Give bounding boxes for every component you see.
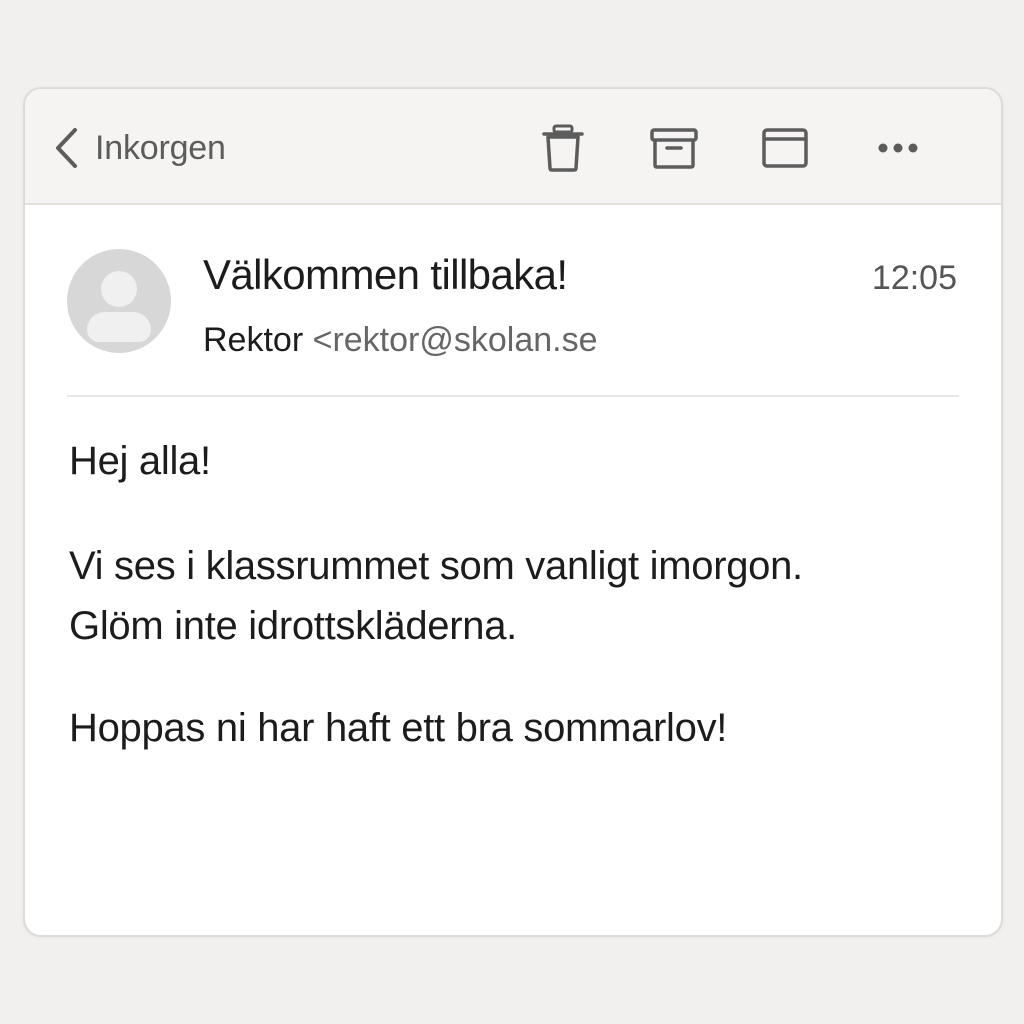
toolbar: Inkorgen [25,89,1001,205]
more-button[interactable] [873,123,923,173]
folder-window-icon [762,128,808,168]
body-line: Glöm inte idrottskläderna. [69,604,517,648]
body-paragraph: Hoppas ni har haft ett bra sommarlov! [69,698,969,758]
move-button[interactable] [760,123,810,173]
message-body: Hej alla! Vi ses i klassrummet som vanli… [69,439,969,800]
sender-email[interactable]: <rektor@skolan.se [313,321,598,359]
header-divider [67,395,959,397]
trash-icon [541,124,585,172]
body-paragraph: Vi ses i klassrummet som vanligt imorgon… [69,536,969,656]
archive-icon [650,127,698,169]
chevron-left-icon [53,126,79,170]
ellipsis-icon [877,142,919,154]
avatar [67,249,171,353]
message-time: 12:05 [871,259,957,297]
archive-button[interactable] [649,123,699,173]
back-button[interactable]: Inkorgen [53,125,226,171]
avatar-head [101,271,137,307]
body-line: Hoppas ni har haft ett bra sommarlov! [69,706,728,750]
sender-line: Rektor <rektor@skolan.se [203,321,598,360]
message-header: Välkommen tillbaka! 12:05 Rektor <rektor… [25,205,1001,395]
avatar-body [87,312,151,342]
greeting: Hej alla! [69,439,211,483]
message-subject: Välkommen tillbaka! [203,251,568,298]
back-label: Inkorgen [95,128,226,167]
trash-button[interactable] [538,123,588,173]
body-line: Vi ses i klassrummet som vanligt imorgon… [69,544,803,588]
sender-name[interactable]: Rektor [203,321,303,359]
email-window: Inkorgen Välkommen tillbaka! 12:05 Rekto… [23,87,1003,937]
